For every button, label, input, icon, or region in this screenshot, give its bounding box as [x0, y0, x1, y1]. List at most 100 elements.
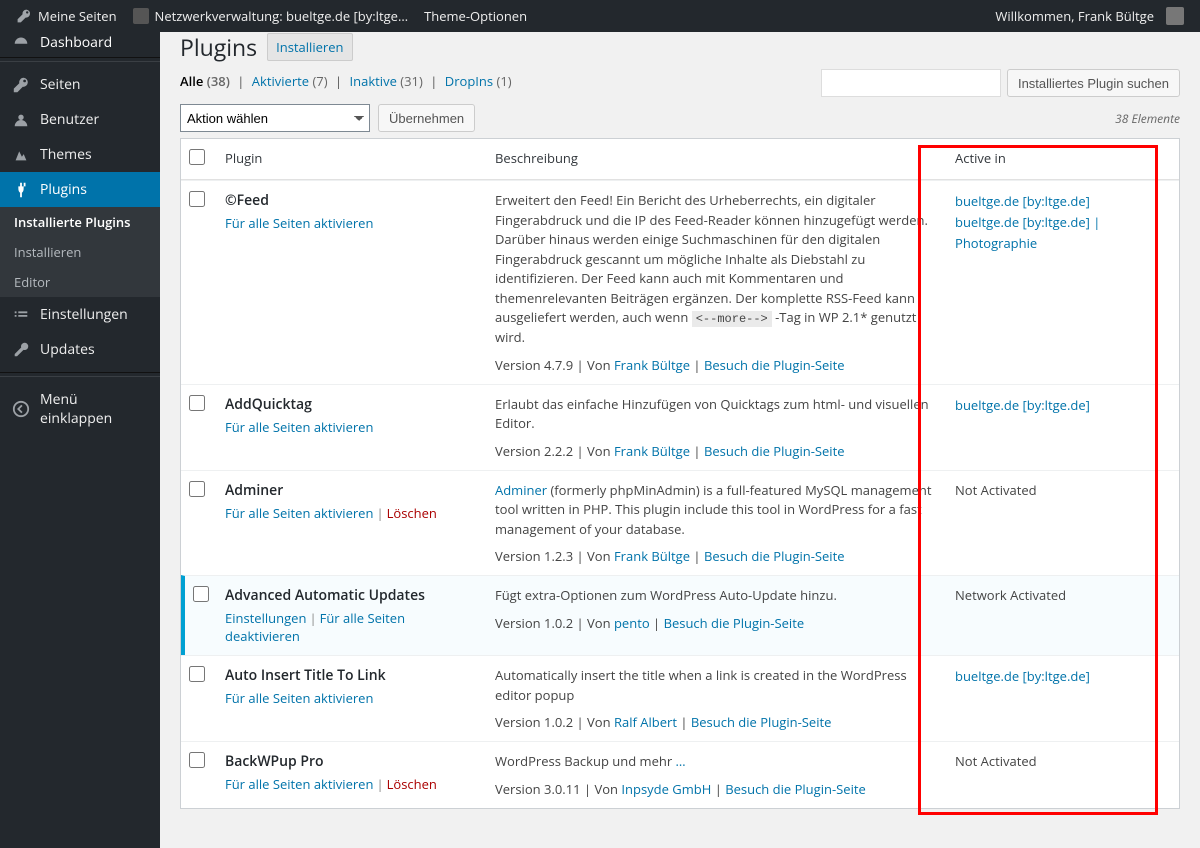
filter-inactive[interactable]: Inaktive (31)	[350, 72, 423, 90]
sidebar-benutzer-label: Benutzer	[40, 110, 99, 129]
sidebar-einstellungen-label: Einstellungen	[40, 305, 128, 324]
my-sites-label: Meine Seiten	[38, 7, 117, 25]
row-action-link[interactable]: Einstellungen	[225, 609, 306, 627]
collapse-menu[interactable]: Menü einklappen	[0, 382, 160, 436]
row-action-link[interactable]: Für alle Seiten aktivieren	[225, 689, 373, 707]
main-content: Plugins Installieren Alle (38) | Aktivie…	[160, 32, 1200, 848]
my-sites-link[interactable]: Meine Seiten	[8, 0, 125, 32]
theme-options-link[interactable]: Theme-Optionen	[416, 0, 535, 32]
apply-button[interactable]: Übernehmen	[378, 104, 475, 132]
network-admin-label: Netzwerkverwaltung: bueltge.de [by:ltge…	[155, 7, 409, 25]
desc-lead-link[interactable]: Adminer	[495, 481, 547, 499]
submenu-install[interactable]: Installieren	[0, 237, 160, 267]
desc-more-link[interactable]: …	[676, 752, 686, 770]
active-site-link[interactable]: bueltge.de [by:ltge.de]	[955, 395, 1171, 416]
select-all-checkbox[interactable]	[189, 149, 205, 165]
filter-dropins[interactable]: DropIns (1)	[445, 72, 512, 90]
plugin-name: AddQuicktag	[225, 395, 479, 414]
settings-icon	[12, 306, 30, 324]
row-checkbox[interactable]	[189, 191, 205, 207]
sidebar-item-benutzer[interactable]: Benutzer	[0, 102, 160, 137]
sidebar-dashboard-label: Dashboard	[40, 33, 112, 52]
plugin-description: WordPress Backup und mehr …	[495, 752, 939, 772]
plugin-name: Adminer	[225, 481, 479, 500]
filter-active[interactable]: Aktivierte (7)	[252, 72, 328, 90]
row-checkbox[interactable]	[189, 666, 205, 682]
row-action-link[interactable]: Für alle Seiten aktivieren	[225, 504, 373, 522]
table-row: AdminerFür alle Seiten aktivieren|Lösche…	[181, 470, 1179, 576]
plugin-meta: Version 2.2.2 | Von Frank Bültge | Besuc…	[495, 442, 939, 460]
key-icon	[12, 76, 30, 94]
sidebar-themes-label: Themes	[40, 145, 92, 164]
page-title: Plugins	[180, 32, 257, 62]
active-site-link[interactable]: bueltge.de [by:ltge.de]	[955, 191, 1171, 212]
table-row: Auto Insert Title To LinkFür alle Seiten…	[181, 655, 1179, 741]
author-link[interactable]: pento	[614, 614, 650, 632]
visit-plugin-link[interactable]: Besuch die Plugin-Seite	[725, 780, 866, 798]
visit-plugin-link[interactable]: Besuch die Plugin-Seite	[704, 547, 845, 565]
sidebar-item-plugins[interactable]: Plugins	[0, 172, 160, 207]
appearance-icon	[12, 146, 30, 164]
active-status: Network Activated	[955, 586, 1171, 604]
plugin-description: Automatically insert the title when a li…	[495, 666, 939, 705]
sidebar-plugins-label: Plugins	[40, 180, 87, 199]
add-new-button[interactable]: Installieren	[267, 33, 352, 61]
account-link[interactable]: Willkommen, Frank Bültge	[987, 0, 1192, 32]
row-actions: Für alle Seiten aktivieren	[225, 689, 479, 707]
row-checkbox[interactable]	[193, 586, 209, 602]
author-link[interactable]: Inpsyde GmbH	[621, 780, 711, 798]
sidebar-item-dashboard[interactable]: Dashboard	[0, 32, 160, 52]
active-in-cell: bueltge.de [by:ltge.de]	[947, 655, 1179, 741]
admin-sidebar: Dashboard Seiten Benutzer Themes Plugins	[0, 32, 160, 848]
row-checkbox[interactable]	[189, 481, 205, 497]
submenu-installed-plugins[interactable]: Installierte Plugins	[0, 207, 160, 237]
active-site-link[interactable]: bueltge.de [by:ltge.de]	[955, 666, 1171, 687]
col-active-in: Active in	[947, 139, 1179, 180]
visit-plugin-link[interactable]: Besuch die Plugin-Seite	[691, 713, 832, 731]
sidebar-item-seiten[interactable]: Seiten	[0, 67, 160, 102]
row-checkbox[interactable]	[189, 395, 205, 411]
plugin-meta: Version 1.0.2 | Von Ralf Albert | Besuch…	[495, 713, 939, 731]
row-actions: Für alle Seiten aktivieren	[225, 418, 479, 436]
users-icon	[12, 111, 30, 129]
author-link[interactable]: Frank Bültge	[614, 356, 690, 374]
table-row: BackWPup ProFür alle Seiten aktivieren|L…	[181, 741, 1179, 808]
plugins-table: Plugin Beschreibung Active in ©FeedFür a…	[180, 138, 1180, 809]
plugin-description: Erlaubt das einfache Hinzufügen von Quic…	[495, 395, 939, 434]
bulk-action-select[interactable]: Aktion wählen	[180, 104, 370, 132]
author-link[interactable]: Frank Bültge	[614, 547, 690, 565]
filter-all[interactable]: Alle (38)	[180, 72, 230, 90]
table-row: ©FeedFür alle Seiten aktivierenErweitert…	[181, 180, 1179, 384]
items-count: 38 Elemente	[1115, 110, 1180, 127]
filter-links: Alle (38) | Aktivierte (7) | Inaktive (3…	[180, 72, 512, 90]
sidebar-item-updates[interactable]: Updates	[0, 332, 160, 367]
plugin-icon	[12, 181, 30, 199]
welcome-label: Willkommen, Frank Bültge	[995, 7, 1154, 25]
visit-plugin-link[interactable]: Besuch die Plugin-Seite	[664, 614, 805, 632]
active-site-link[interactable]: bueltge.de [by:ltge.de] | Photographie	[955, 212, 1171, 254]
row-actions: Einstellungen|Für alle Seiten deaktivier…	[225, 609, 479, 645]
row-action-link[interactable]: Für alle Seiten aktivieren	[225, 214, 373, 232]
active-status: Not Activated	[955, 752, 1171, 770]
row-action-link[interactable]: Für alle Seiten aktivieren	[225, 775, 373, 793]
active-in-cell: bueltge.de [by:ltge.de]bueltge.de [by:lt…	[947, 180, 1179, 384]
plugin-name: ©Feed	[225, 191, 479, 210]
row-action-link[interactable]: Löschen	[387, 775, 437, 793]
author-link[interactable]: Ralf Albert	[614, 713, 677, 731]
row-action-link[interactable]: Für alle Seiten aktivieren	[225, 418, 373, 436]
plugin-meta: Version 1.0.2 | Von pento | Besuch die P…	[495, 614, 939, 632]
plugin-search-button[interactable]: Installiertes Plugin suchen	[1007, 69, 1180, 97]
collapse-icon	[12, 400, 30, 418]
visit-plugin-link[interactable]: Besuch die Plugin-Seite	[704, 442, 845, 460]
row-actions: Für alle Seiten aktivieren|Löschen	[225, 775, 479, 793]
row-action-link[interactable]: Löschen	[387, 504, 437, 522]
author-link[interactable]: Frank Bültge	[614, 442, 690, 460]
network-admin-link[interactable]: Netzwerkverwaltung: bueltge.de [by:ltge…	[125, 0, 417, 32]
submenu-editor[interactable]: Editor	[0, 267, 160, 297]
visit-plugin-link[interactable]: Besuch die Plugin-Seite	[704, 356, 845, 374]
theme-options-label: Theme-Optionen	[424, 7, 527, 25]
sidebar-item-einstellungen[interactable]: Einstellungen	[0, 297, 160, 332]
row-checkbox[interactable]	[189, 752, 205, 768]
plugin-search-input[interactable]	[821, 69, 1001, 97]
sidebar-item-themes[interactable]: Themes	[0, 137, 160, 172]
